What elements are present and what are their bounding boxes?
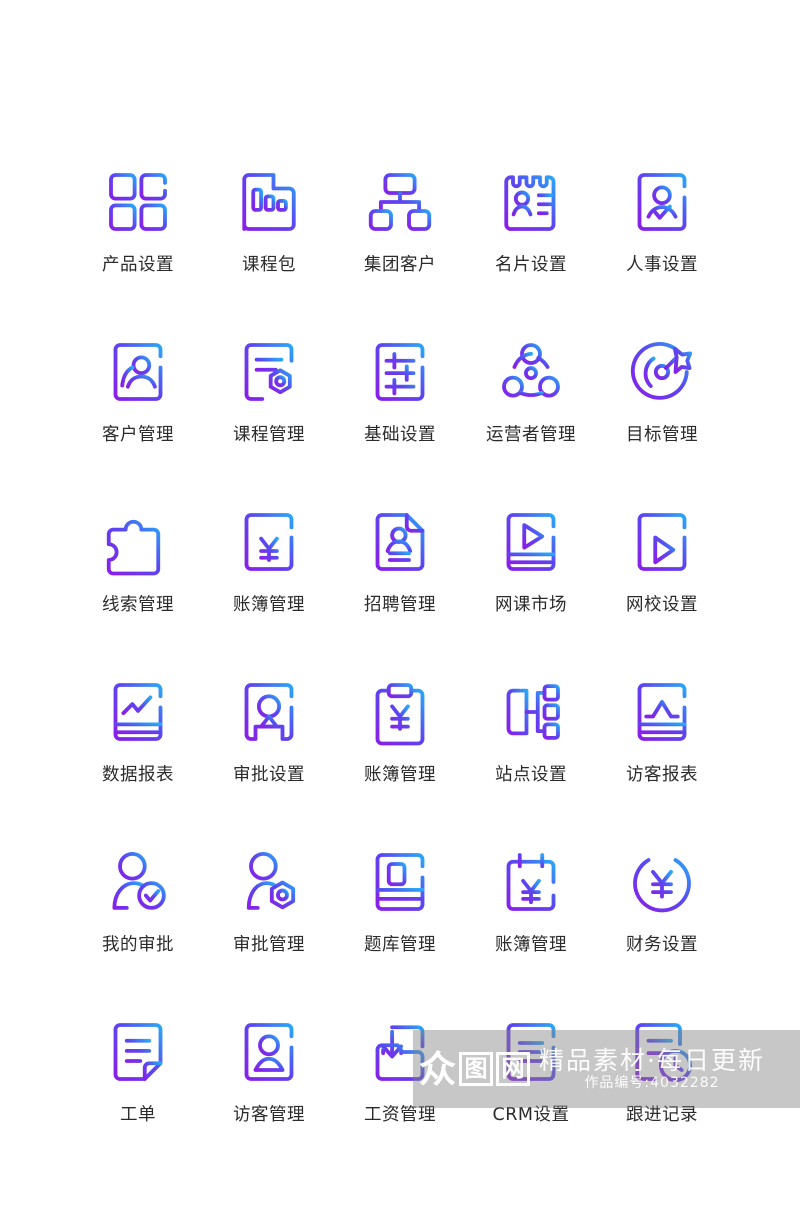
lead-management-icon bbox=[102, 506, 174, 578]
icon-cell-approval-settings[interactable]: 审批设置 bbox=[204, 676, 335, 846]
icon-label: 网校设置 bbox=[626, 595, 698, 615]
payroll-management-icon bbox=[364, 1016, 436, 1088]
online-school-settings-icon bbox=[626, 506, 698, 578]
icon-cell-follow-up-record[interactable]: 跟进记录 bbox=[597, 1016, 728, 1186]
icon-cell-lead-management[interactable]: 线索管理 bbox=[73, 506, 204, 676]
icon-label: 访客报表 bbox=[626, 765, 698, 785]
group-customer-icon bbox=[364, 166, 436, 238]
icon-cell-course-management[interactable]: 课程管理 bbox=[204, 336, 335, 506]
icon-label: CRM设置 bbox=[492, 1105, 570, 1125]
icon-label: 招聘管理 bbox=[364, 595, 436, 615]
icon-cell-goal-management[interactable]: 目标管理 bbox=[597, 336, 728, 506]
icon-cell-work-order[interactable]: 工单 bbox=[73, 1016, 204, 1186]
icon-cell-customer-management[interactable]: 客户管理 bbox=[73, 336, 204, 506]
icon-cell-business-card-settings[interactable]: 名片设置 bbox=[466, 166, 597, 336]
icon-cell-finance-settings[interactable]: 财务设置 bbox=[597, 846, 728, 1016]
icon-cell-approval-management[interactable]: 审批管理 bbox=[204, 846, 335, 1016]
icon-label: 人事设置 bbox=[626, 255, 698, 275]
calendar-yuan-icon bbox=[495, 846, 567, 918]
icon-cell-recruitment-management[interactable]: 招聘管理 bbox=[335, 506, 466, 676]
icon-label: 目标管理 bbox=[626, 425, 698, 445]
visitor-management-icon bbox=[233, 1016, 305, 1088]
recruitment-management-icon bbox=[364, 506, 436, 578]
icon-cell-question-bank-management[interactable]: 题库管理 bbox=[335, 846, 466, 1016]
icon-cell-ledger-management-1[interactable]: 账簿管理 bbox=[204, 506, 335, 676]
icon-label: 数据报表 bbox=[102, 765, 174, 785]
icon-label: 课程管理 bbox=[233, 425, 305, 445]
online-course-market-icon bbox=[495, 506, 567, 578]
icon-label: 课程包 bbox=[242, 255, 296, 275]
course-package-icon bbox=[233, 166, 305, 238]
icon-label: 运营者管理 bbox=[486, 425, 576, 445]
finance-settings-icon bbox=[626, 846, 698, 918]
icon-label: 客户管理 bbox=[102, 425, 174, 445]
icon-cell-group-customer[interactable]: 集团客户 bbox=[335, 166, 466, 336]
icon-cell-hr-settings[interactable]: 人事设置 bbox=[597, 166, 728, 336]
icon-cell-crm-settings[interactable]: CRM设置 bbox=[466, 1016, 597, 1186]
icon-label: 我的审批 bbox=[102, 935, 174, 955]
icon-label: 基础设置 bbox=[364, 425, 436, 445]
icon-cell-product-settings[interactable]: 产品设置 bbox=[73, 166, 204, 336]
icon-label: 跟进记录 bbox=[626, 1105, 698, 1125]
icon-label: 名片设置 bbox=[495, 255, 567, 275]
icon-cell-online-course-market[interactable]: 网课市场 bbox=[466, 506, 597, 676]
icon-cell-visitor-management[interactable]: 访客管理 bbox=[204, 1016, 335, 1186]
icon-label: 线索管理 bbox=[102, 595, 174, 615]
data-report-icon bbox=[102, 676, 174, 748]
my-approval-icon bbox=[102, 846, 174, 918]
icon-label: 账簿管理 bbox=[495, 935, 567, 955]
icon-label: 站点设置 bbox=[495, 765, 567, 785]
icon-cell-data-report[interactable]: 数据报表 bbox=[73, 676, 204, 846]
icon-label: 题库管理 bbox=[364, 935, 436, 955]
site-settings-icon bbox=[495, 676, 567, 748]
operator-management-icon bbox=[495, 336, 567, 408]
business-card-settings-icon bbox=[495, 166, 567, 238]
hr-settings-icon bbox=[626, 166, 698, 238]
course-management-icon bbox=[233, 336, 305, 408]
follow-up-record-icon bbox=[626, 1016, 698, 1088]
clipboard-yuan-icon bbox=[364, 676, 436, 748]
goal-management-icon bbox=[626, 336, 698, 408]
icon-cell-online-school-settings[interactable]: 网校设置 bbox=[597, 506, 728, 676]
approval-management-icon bbox=[233, 846, 305, 918]
icon-cell-site-settings[interactable]: 站点设置 bbox=[466, 676, 597, 846]
icon-label: 审批设置 bbox=[233, 765, 305, 785]
icon-label: 审批管理 bbox=[233, 935, 305, 955]
icon-cell-visitor-report[interactable]: 访客报表 bbox=[597, 676, 728, 846]
icon-cell-payroll-management[interactable]: 工资管理 bbox=[335, 1016, 466, 1186]
icon-grid: 产品设置 课程包 集团客户 名片设置 人事设置 客户管理 课程管理 基础设置 运… bbox=[0, 0, 800, 1205]
product-settings-icon bbox=[102, 166, 174, 238]
work-order-icon bbox=[102, 1016, 174, 1088]
question-bank-icon bbox=[364, 846, 436, 918]
approval-settings-icon bbox=[233, 676, 305, 748]
icon-label: 产品设置 bbox=[102, 255, 174, 275]
icon-label: 访客管理 bbox=[233, 1105, 305, 1125]
icon-label: 集团客户 bbox=[364, 255, 436, 275]
visitor-report-icon bbox=[626, 676, 698, 748]
icon-label: 工资管理 bbox=[364, 1105, 436, 1125]
icon-cell-my-approval[interactable]: 我的审批 bbox=[73, 846, 204, 1016]
icon-label: 财务设置 bbox=[626, 935, 698, 955]
crm-settings-icon bbox=[495, 1016, 567, 1088]
icon-cell-course-package[interactable]: 课程包 bbox=[204, 166, 335, 336]
icon-label: 网课市场 bbox=[495, 595, 567, 615]
ledger-management-icon bbox=[233, 506, 305, 578]
icon-cell-ledger-management-3[interactable]: 账簿管理 bbox=[466, 846, 597, 1016]
icon-cell-ledger-management-2[interactable]: 账簿管理 bbox=[335, 676, 466, 846]
icon-label: 账簿管理 bbox=[364, 765, 436, 785]
icon-label: 工单 bbox=[120, 1105, 156, 1125]
icon-cell-operator-management[interactable]: 运营者管理 bbox=[466, 336, 597, 506]
icon-cell-basic-settings[interactable]: 基础设置 bbox=[335, 336, 466, 506]
customer-management-icon bbox=[102, 336, 174, 408]
icon-label: 账簿管理 bbox=[233, 595, 305, 615]
basic-settings-icon bbox=[364, 336, 436, 408]
